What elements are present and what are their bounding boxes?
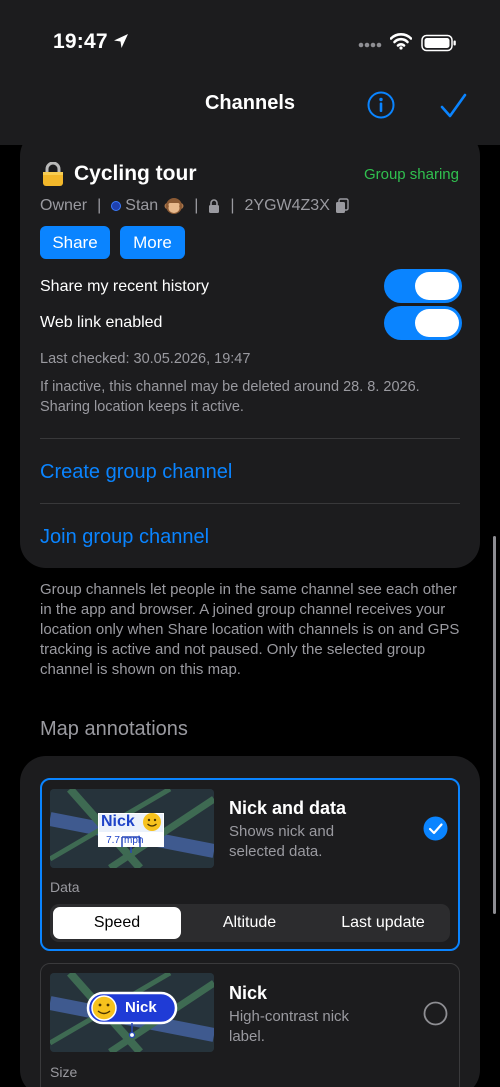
weblink-toggle[interactable] bbox=[384, 306, 462, 340]
preview-nick: Nick bbox=[125, 999, 157, 1016]
status-time: 19:47 bbox=[53, 30, 108, 53]
section-title: Map annotations bbox=[40, 718, 188, 740]
last-checked: Last checked: 30.05.2026, 19:47 bbox=[40, 351, 251, 367]
info-icon[interactable] bbox=[367, 91, 395, 119]
done-checkmark-icon[interactable] bbox=[439, 92, 467, 120]
status-bar: 19:47 bbox=[0, 28, 500, 58]
page-title: Channels bbox=[204, 92, 296, 114]
monkey-icon bbox=[164, 198, 184, 214]
join-group-channel-link[interactable]: Join group channel bbox=[40, 526, 209, 549]
unselected-radio-icon[interactable] bbox=[423, 1001, 448, 1026]
option-name: Nick bbox=[229, 983, 268, 1003]
nick-preview: Nick bbox=[50, 973, 214, 1052]
option-name: Nick and data bbox=[229, 798, 347, 818]
toggle-knob bbox=[415, 309, 459, 337]
preview-nick: Nick bbox=[101, 813, 135, 830]
segment-altitude[interactable]: Altitude bbox=[183, 904, 316, 942]
lock-icon bbox=[43, 162, 63, 186]
battery-icon bbox=[421, 34, 456, 52]
create-group-channel-link[interactable]: Create group channel bbox=[40, 461, 232, 484]
channel-code[interactable]: 2YGW4Z3X bbox=[245, 197, 330, 215]
channel-meta: Owner | Stan | | 2YGW4Z3X bbox=[40, 196, 349, 216]
role-text: Owner bbox=[40, 197, 88, 214]
history-label: Share my recent history bbox=[40, 278, 209, 295]
option-description: High-contrast nick label. bbox=[229, 1008, 350, 1045]
channel-title: Cycling tour bbox=[74, 162, 197, 185]
lock-icon bbox=[209, 199, 220, 213]
copy-icon[interactable] bbox=[335, 198, 349, 214]
member-name: Stan bbox=[125, 197, 159, 214]
toggle-knob bbox=[415, 272, 459, 300]
separator: | bbox=[97, 197, 102, 214]
data-label: Data bbox=[50, 879, 80, 895]
divider bbox=[40, 438, 460, 439]
group-channels-explanation: Group channels let people in the same ch… bbox=[40, 581, 460, 678]
status-badge: Group sharing bbox=[363, 166, 459, 183]
scrollbar[interactable] bbox=[493, 536, 496, 914]
size-label: Size bbox=[50, 1064, 78, 1080]
weblink-label: Web link enabled bbox=[40, 314, 163, 331]
nick-data-preview: Nick 7.7 mph bbox=[50, 789, 214, 868]
preview-value: 7.7 bbox=[106, 835, 120, 846]
channel-title-row: Cycling tour bbox=[42, 160, 197, 188]
separator: | bbox=[230, 197, 235, 214]
segment-last-update[interactable]: Last update bbox=[316, 904, 450, 942]
history-toggle[interactable] bbox=[384, 269, 462, 303]
separator: | bbox=[194, 197, 199, 214]
wifi-icon bbox=[390, 33, 412, 50]
preview-unit: mph bbox=[124, 835, 144, 846]
signal-dots-icon bbox=[358, 42, 382, 48]
selected-check-icon[interactable] bbox=[423, 816, 448, 841]
share-button[interactable]: Share bbox=[40, 226, 110, 259]
location-arrow-icon bbox=[114, 34, 128, 48]
member-dot-icon bbox=[111, 201, 122, 211]
divider bbox=[40, 503, 460, 504]
segment-speed[interactable]: Speed bbox=[53, 907, 181, 939]
navigation-bar: 19:47 Channels bbox=[0, 0, 500, 145]
more-button[interactable]: More bbox=[120, 226, 185, 259]
inactive-note: If inactive, this channel may be deleted… bbox=[40, 379, 420, 415]
data-segmented-control: Speed Altitude Last update bbox=[50, 904, 450, 942]
option-description: Shows nick and selected data. bbox=[229, 823, 335, 860]
